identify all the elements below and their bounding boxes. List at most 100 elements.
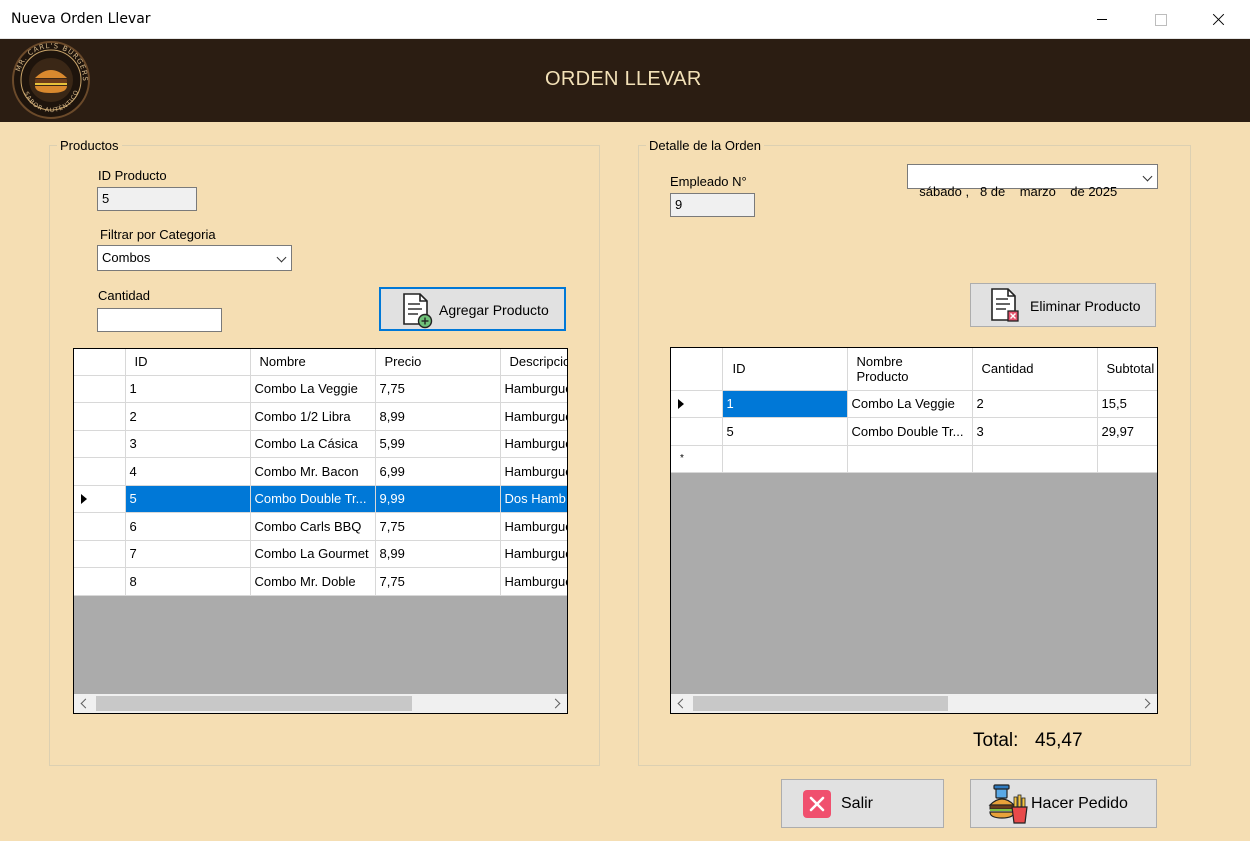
categoria-select[interactable]: Combos bbox=[97, 245, 292, 271]
cell-nombre[interactable]: Combo La Veggie bbox=[250, 375, 376, 403]
cell-nombre[interactable]: Combo La Cásica bbox=[250, 430, 376, 458]
table-row[interactable]: 1 Combo La Veggie 7,75 Hamburgue bbox=[74, 375, 567, 403]
cell-descripcion[interactable]: Hamburgue bbox=[500, 430, 567, 458]
table-row-selected[interactable]: 5 Combo Double Tr... 9,99 Dos Hamb bbox=[74, 485, 567, 513]
column-header-nombre-producto[interactable]: Nombre Producto bbox=[847, 348, 973, 391]
cell-subtotal[interactable] bbox=[1097, 445, 1157, 473]
cell-precio[interactable]: 7,75 bbox=[375, 512, 501, 541]
column-header-id[interactable]: ID bbox=[125, 349, 251, 376]
cell-descripcion[interactable]: Hamburgue bbox=[500, 402, 567, 431]
scroll-right-icon[interactable] bbox=[1140, 698, 1151, 709]
cell-descripcion[interactable]: Hamburgue bbox=[500, 540, 567, 568]
productos-table: ID Nombre Precio Descripcio 1 Combo La V… bbox=[74, 349, 567, 596]
table-row[interactable]: 4 Combo Mr. Bacon 6,99 Hamburgue bbox=[74, 457, 567, 486]
minimize-button[interactable] bbox=[1073, 0, 1131, 39]
productos-grid[interactable]: ID Nombre Precio Descripcio 1 Combo La V… bbox=[73, 348, 568, 714]
table-row[interactable]: 2 Combo 1/2 Libra 8,99 Hamburgue bbox=[74, 402, 567, 431]
cell-cantidad[interactable] bbox=[972, 445, 1098, 473]
fast-food-icon bbox=[988, 784, 1028, 824]
table-row[interactable]: 6 Combo Carls BBQ 7,75 Hamburgue bbox=[74, 512, 567, 541]
cell-cantidad[interactable]: 2 bbox=[972, 390, 1098, 418]
table-row[interactable]: 8 Combo Mr. Doble 7,75 Hamburgue bbox=[74, 567, 567, 596]
cell-id[interactable]: 3 bbox=[125, 430, 251, 458]
cell-precio[interactable]: 8,99 bbox=[375, 540, 501, 568]
cell-descripcion[interactable]: Hamburgue bbox=[500, 457, 567, 486]
cell-nombre[interactable] bbox=[847, 445, 973, 473]
cell-id[interactable]: 8 bbox=[125, 567, 251, 596]
cell-descripcion[interactable]: Dos Hamb bbox=[500, 485, 567, 513]
scroll-right-icon[interactable] bbox=[550, 698, 561, 709]
detalle-grid[interactable]: ID Nombre Producto Cantidad Subtotal 1 C… bbox=[670, 347, 1158, 714]
cell-nombre[interactable]: Combo La Veggie bbox=[847, 390, 973, 418]
row-header[interactable] bbox=[74, 375, 126, 403]
cell-subtotal[interactable]: 15,5 bbox=[1097, 390, 1157, 418]
scrollbar-thumb[interactable] bbox=[693, 696, 948, 711]
row-header[interactable] bbox=[74, 457, 126, 486]
cell-descripcion[interactable]: Hamburgue bbox=[500, 512, 567, 541]
table-row[interactable]: 7 Combo La Gourmet 8,99 Hamburgue bbox=[74, 540, 567, 568]
cell-id[interactable] bbox=[722, 445, 848, 473]
cell-id[interactable]: 6 bbox=[125, 512, 251, 541]
close-button[interactable] bbox=[1189, 0, 1247, 39]
cell-nombre[interactable]: Combo 1/2 Libra bbox=[250, 402, 376, 431]
table-row[interactable]: 3 Combo La Cásica 5,99 Hamburgue bbox=[74, 430, 567, 458]
cell-id[interactable]: 2 bbox=[125, 402, 251, 431]
cell-subtotal[interactable]: 29,97 bbox=[1097, 417, 1157, 446]
maximize-button[interactable] bbox=[1131, 0, 1189, 39]
table-row-new[interactable]: * bbox=[671, 445, 1157, 473]
cell-precio[interactable]: 7,75 bbox=[375, 567, 501, 596]
scrollbar-thumb[interactable] bbox=[96, 696, 412, 711]
cell-nombre[interactable]: Combo Mr. Doble bbox=[250, 567, 376, 596]
cell-nombre[interactable]: Combo Mr. Bacon bbox=[250, 457, 376, 486]
column-header-descripcion[interactable]: Descripcio bbox=[500, 349, 567, 376]
row-header[interactable]: * bbox=[671, 445, 723, 473]
agregar-producto-button[interactable]: Agregar Producto bbox=[379, 287, 566, 331]
fecha-date-picker[interactable]: sábado , 8 de marzo de 2025 bbox=[907, 164, 1158, 199]
cell-cantidad[interactable]: 3 bbox=[972, 417, 1098, 446]
exit-x-icon bbox=[803, 790, 831, 818]
column-header-subtotal[interactable]: Subtotal bbox=[1097, 348, 1157, 391]
cell-id[interactable]: 7 bbox=[125, 540, 251, 568]
cell-precio[interactable]: 8,99 bbox=[375, 402, 501, 431]
cell-nombre[interactable]: Combo Double Tr... bbox=[250, 485, 376, 513]
table-row[interactable]: 5 Combo Double Tr... 3 29,97 bbox=[671, 417, 1157, 446]
id-producto-field[interactable]: 5 bbox=[97, 187, 197, 211]
column-header-precio[interactable]: Precio bbox=[375, 349, 501, 376]
row-header[interactable] bbox=[671, 390, 723, 418]
row-header[interactable] bbox=[74, 512, 126, 541]
column-header-cantidad[interactable]: Cantidad bbox=[972, 348, 1098, 391]
eliminar-producto-button[interactable]: Eliminar Producto bbox=[970, 283, 1156, 327]
cell-id[interactable]: 4 bbox=[125, 457, 251, 486]
row-header[interactable] bbox=[671, 417, 723, 446]
row-header[interactable] bbox=[74, 567, 126, 596]
table-row[interactable]: 1 Combo La Veggie 2 15,5 bbox=[671, 390, 1157, 418]
cantidad-input[interactable] bbox=[97, 308, 222, 332]
cell-id[interactable]: 1 bbox=[722, 390, 848, 418]
scroll-left-icon[interactable] bbox=[80, 698, 91, 709]
cell-nombre[interactable]: Combo Carls BBQ bbox=[250, 512, 376, 541]
cell-id[interactable]: 5 bbox=[125, 485, 251, 513]
cell-precio[interactable]: 9,99 bbox=[375, 485, 501, 513]
cell-precio[interactable]: 5,99 bbox=[375, 430, 501, 458]
row-header[interactable] bbox=[74, 430, 126, 458]
hacer-pedido-button[interactable]: Hacer Pedido bbox=[970, 779, 1157, 828]
cell-precio[interactable]: 7,75 bbox=[375, 375, 501, 403]
cell-descripcion[interactable]: Hamburgue bbox=[500, 375, 567, 403]
cell-id[interactable]: 1 bbox=[125, 375, 251, 403]
row-header[interactable] bbox=[74, 402, 126, 431]
scroll-left-icon[interactable] bbox=[677, 698, 688, 709]
detalle-horizontal-scrollbar[interactable] bbox=[671, 694, 1157, 713]
productos-horizontal-scrollbar[interactable] bbox=[74, 694, 567, 713]
new-row-marker: * bbox=[680, 452, 684, 464]
salir-button[interactable]: Salir bbox=[781, 779, 944, 828]
column-header-nombre[interactable]: Nombre bbox=[250, 349, 376, 376]
row-header[interactable] bbox=[74, 485, 126, 513]
row-header[interactable] bbox=[74, 540, 126, 568]
cell-descripcion[interactable]: Hamburgue bbox=[500, 567, 567, 596]
empleado-field[interactable]: 9 bbox=[670, 193, 755, 217]
column-header-id[interactable]: ID bbox=[722, 348, 848, 391]
cell-precio[interactable]: 6,99 bbox=[375, 457, 501, 486]
cell-nombre[interactable]: Combo La Gourmet bbox=[250, 540, 376, 568]
cell-id[interactable]: 5 bbox=[722, 417, 848, 446]
cell-nombre[interactable]: Combo Double Tr... bbox=[847, 417, 973, 446]
